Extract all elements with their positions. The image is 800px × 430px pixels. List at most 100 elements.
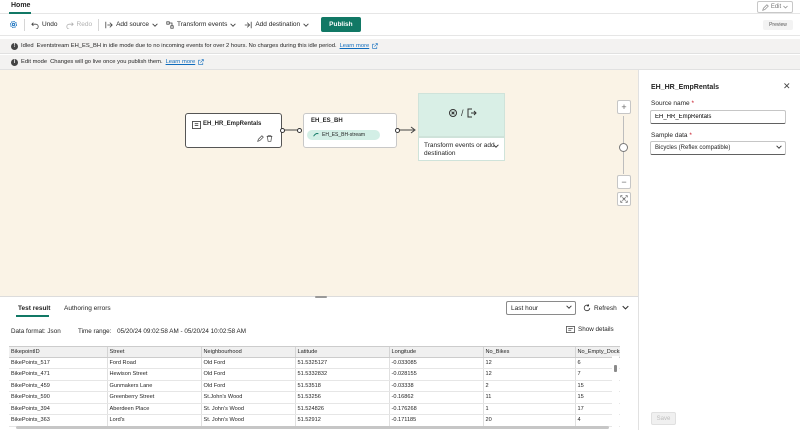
plus-icon: +: [621, 102, 627, 112]
table-cell: 51.53256: [295, 391, 390, 404]
destination-prompt[interactable]: Transform events or add destination: [418, 137, 505, 161]
details-icon: [566, 326, 575, 333]
source-name-input[interactable]: [650, 110, 786, 124]
preview-badge[interactable]: Preview: [763, 20, 793, 30]
time-range-label: Time range:: [78, 328, 112, 335]
minus-icon: −: [621, 177, 627, 187]
table-cell: 51.5325127: [295, 357, 390, 369]
collapse-panel-icon[interactable]: [622, 305, 629, 310]
zoom-out-button[interactable]: −: [617, 175, 631, 189]
destination-separator: /: [461, 108, 464, 118]
table-cell: Lord's: [107, 414, 202, 427]
eventstream-node-title: EH_ES_BH: [311, 118, 343, 124]
table-cell: 51.524826: [295, 403, 390, 415]
table-cell: 51.53518: [295, 380, 390, 392]
table-row[interactable]: BikePoints_517 Ford Road Old Ford 51.532512…: [9, 357, 620, 369]
table-cell: 12: [483, 357, 576, 369]
table-row[interactable]: BikePoints_471 Hewison Street Old Ford 51.5…: [9, 368, 620, 381]
table-cell: Hewison Street: [107, 368, 202, 381]
source-node-title: EH_HR_EmpRentals: [203, 121, 262, 127]
column-header[interactable]: Neighbourhood: [201, 347, 296, 358]
table-row[interactable]: BikePoints_363 Lord's St. John's Wood 51.52…: [9, 414, 620, 427]
source-output-port[interactable]: [280, 128, 285, 133]
required-mark: *: [689, 132, 692, 139]
stream-input-port[interactable]: [297, 128, 302, 133]
table-row[interactable]: BikePoints_590 Greenberry Street St.John's…: [9, 391, 620, 404]
table-cell: BikePoints_517: [9, 357, 108, 369]
trash-icon[interactable]: [266, 135, 273, 142]
data-format: Data format: Json: [11, 328, 61, 335]
pencil-icon[interactable]: [257, 135, 264, 142]
sample-data-select[interactable]: Bicycles (Reflex compatible): [650, 141, 786, 155]
table-cell: BikePoints_459: [9, 380, 108, 392]
refresh-icon: [583, 304, 591, 312]
close-icon[interactable]: ✕: [783, 81, 791, 92]
table-cell: Old Ford: [201, 380, 296, 392]
connector-lines: [284, 126, 416, 134]
table-cell: 20: [483, 414, 576, 427]
tab-test-result-indicator: [16, 315, 49, 317]
stream-icon: [313, 133, 319, 137]
stream-output-port[interactable]: [395, 128, 400, 133]
table-row[interactable]: BikePoints_394 Aberdeen Place St. John's W…: [9, 403, 620, 415]
destination-icons: /: [448, 108, 477, 118]
refresh-button[interactable]: Refresh: [583, 304, 617, 312]
show-details-button[interactable]: Show details: [566, 326, 614, 333]
table-horizontal-scrollbar[interactable]: [16, 426, 609, 429]
table-cell: Old Ford: [201, 368, 296, 381]
required-mark: *: [691, 100, 695, 107]
table-vertical-scroll-thumb[interactable]: [614, 365, 617, 372]
fit-view-button[interactable]: [617, 192, 631, 206]
stream-pill-label: EH_ES_BH-stream: [322, 132, 366, 138]
sample-data-label-text: Sample data: [651, 132, 688, 139]
data-format-value: Json: [47, 328, 61, 335]
table-cell: Gunmakers Lane: [107, 380, 202, 392]
table-cell: St. John's Wood: [201, 403, 296, 415]
table-cell: 12: [483, 368, 576, 381]
table-cell: BikePoints_394: [9, 403, 108, 415]
tab-test-result[interactable]: Test result: [18, 305, 50, 312]
save-button[interactable]: Save: [651, 412, 676, 425]
chevron-down-icon: [783, 5, 788, 9]
time-range-value: 05/20/24 09:02:58 AM - 05/20/24 10:02:58…: [117, 328, 246, 335]
table-row[interactable]: BikePoints_459 Gunmakers Lane Old Ford 51.5…: [9, 380, 620, 392]
table-cell: St. John's Wood: [201, 414, 296, 427]
time-range-text: Time range: 05/20/24 09:02:58 AM - 05/20…: [78, 328, 246, 335]
column-header[interactable]: Street: [107, 347, 202, 358]
chevron-down-icon: [566, 305, 572, 309]
zoom-in-button[interactable]: +: [617, 100, 631, 114]
table-cell: 2: [483, 380, 576, 392]
exit-icon: [467, 108, 477, 118]
table-cell: Greenberry Street: [107, 391, 202, 404]
chevron-down-icon[interactable]: [493, 144, 499, 148]
column-header[interactable]: BikepointID: [9, 347, 108, 358]
column-header[interactable]: Latitude: [295, 347, 390, 358]
show-details-label: Show details: [578, 326, 614, 333]
table-cell: 51.5332832: [295, 368, 390, 381]
table-cell: -0.171185: [389, 414, 484, 427]
column-header[interactable]: No_Bikes: [483, 347, 576, 358]
table-cell: BikePoints_471: [9, 368, 108, 381]
fit-view-icon: [620, 195, 628, 203]
transform-icon: [449, 109, 457, 117]
table-cell: -0.03338: [389, 380, 484, 392]
table-cell: 11: [483, 391, 576, 404]
zoom-slider-thumb[interactable]: [619, 143, 628, 152]
pencil-icon: [761, 3, 769, 11]
table-cell: BikePoints_590: [9, 391, 108, 404]
table-cell: 51.52912: [295, 414, 390, 427]
stream-pill[interactable]: EH_ES_BH-stream: [307, 130, 380, 140]
table-cell: -0.176268: [389, 403, 484, 415]
table-cell: Ford Road: [107, 357, 202, 369]
results-table: BikepointID Street Neighbourhood Latitude Lo…: [9, 346, 620, 430]
table-header-row: BikepointID Street Neighbourhood Latitude Lo…: [9, 347, 620, 358]
source-name-label-text: Source name: [651, 100, 690, 107]
column-header[interactable]: Longitude: [389, 347, 484, 358]
table-cell: St.John's Wood: [201, 391, 296, 404]
resize-handle[interactable]: [315, 296, 327, 298]
source-node[interactable]: [185, 113, 282, 148]
data-format-label: Data format:: [11, 328, 46, 335]
table-cell: -0.033085: [389, 357, 484, 369]
tab-authoring-errors[interactable]: Authoring errors: [64, 305, 111, 312]
edit-mode-dropdown[interactable]: Edit: [757, 1, 793, 13]
